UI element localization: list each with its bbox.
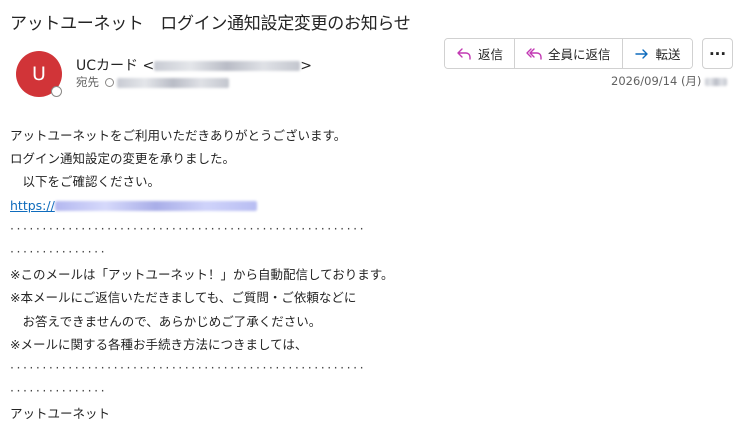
sender-name: UCカード <box>76 58 139 74</box>
more-horizontal-icon: ··· <box>708 44 727 63</box>
avatar-initial: U <box>32 63 46 85</box>
sender-email-redacted <box>154 61 301 71</box>
body-link-line[interactable]: https:// <box>10 194 393 217</box>
sender-email-close-bracket: > <box>300 58 312 74</box>
body-link[interactable]: https:// <box>10 198 257 213</box>
email-body: アットユーネットをご利用いただきありがとうございます。 ログイン通知設定の変更を… <box>10 124 393 426</box>
more-actions-button[interactable]: ··· <box>702 38 733 69</box>
forward-button[interactable]: 転送 <box>621 39 692 68</box>
reply-label: 返信 <box>478 47 504 62</box>
reply-arrow-icon <box>457 47 471 60</box>
forward-label: 転送 <box>655 47 681 62</box>
presence-status-icon <box>51 86 62 97</box>
to-label: 宛先 <box>76 75 99 89</box>
reply-button[interactable]: 返信 <box>445 39 515 68</box>
body-line-confirmation: ログイン通知設定の変更を承りました。 <box>10 151 236 167</box>
body-line-no-reply: ※本メールにご返信いただきましても、ご質問・ご依頼などに <box>10 290 357 306</box>
sender-email-open-bracket: < <box>142 58 155 74</box>
body-line-greeting: アットユーネットをご利用いただきありがとうございます。 <box>10 128 347 143</box>
recipient-email-redacted[interactable] <box>117 77 229 88</box>
body-line-procedures: ※メールに関する各種お手続き方法につきましては、 <box>10 336 308 352</box>
body-line-no-reply-cont: お答えできませんので、あらかじめご了承ください。 <box>10 313 322 329</box>
divider-dots-long: ········································… <box>10 220 367 236</box>
received-date: 2026/09/14 (月) <box>611 73 728 89</box>
signature: アットユーネット <box>10 406 111 422</box>
body-line-instruction: 以下をご確認ください。 <box>10 174 161 190</box>
body-link-redacted <box>54 201 257 212</box>
divider-dots-short: ··············· <box>10 244 108 260</box>
date-text: 2026/09/14 (月) <box>611 74 702 88</box>
body-link-prefix: https:// <box>10 197 55 213</box>
reply-all-label: 全員に返信 <box>548 47 611 62</box>
time-redacted <box>705 77 728 86</box>
reply-all-button[interactable]: 全員に返信 <box>514 39 622 68</box>
divider-dots-short-2: ··············· <box>10 383 108 399</box>
recipient-presence-icon <box>105 78 114 87</box>
forward-arrow-icon <box>634 48 648 59</box>
sender-line[interactable]: UCカード < > <box>76 55 312 75</box>
recipient-line: 宛先 <box>76 74 229 90</box>
reply-all-arrow-icon <box>526 47 542 60</box>
reply-toolbar: 返信 全員に返信 転送 <box>444 38 693 69</box>
body-line-auto-notice: ※このメールは「アットユーネット！」から自動配信しております。 <box>10 267 394 283</box>
email-subject: アットユーネット ログイン通知設定変更のお知らせ <box>10 14 411 34</box>
divider-dots-long-2: ········································… <box>10 360 367 376</box>
